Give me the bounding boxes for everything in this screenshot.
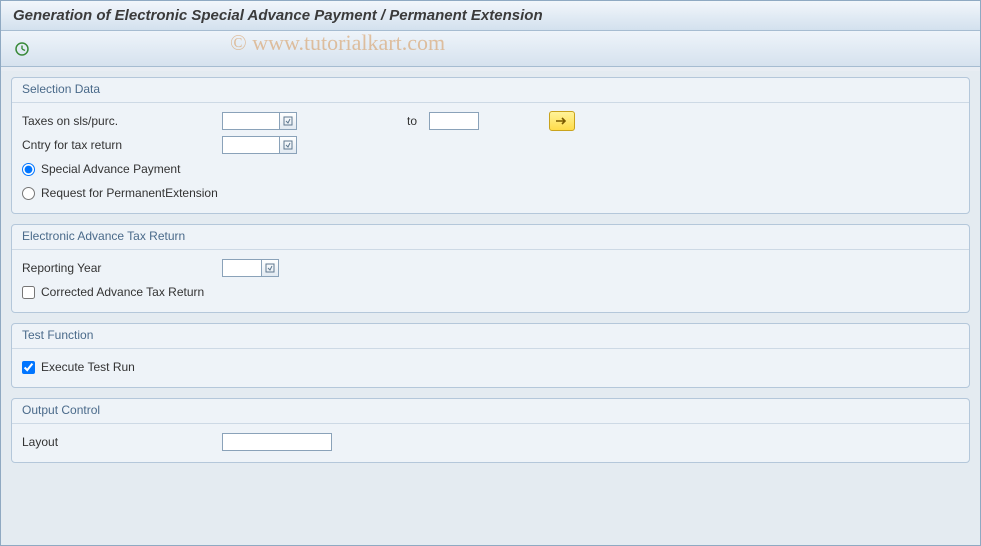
radio-special-label: Special Advance Payment bbox=[41, 162, 180, 176]
country-search-help-button[interactable] bbox=[279, 136, 297, 154]
row-reporting-year: Reporting Year bbox=[12, 256, 969, 280]
group-title: Output Control bbox=[12, 399, 969, 424]
layout-label: Layout bbox=[22, 435, 222, 449]
taxes-label: Taxes on sls/purc. bbox=[22, 114, 222, 128]
group-title: Electronic Advance Tax Return bbox=[12, 225, 969, 250]
row-corrected: Corrected Advance Tax Return bbox=[12, 280, 969, 304]
multiple-selection-button[interactable] bbox=[549, 111, 575, 131]
reporting-year-search-help-button[interactable] bbox=[261, 259, 279, 277]
row-radio-special: Special Advance Payment bbox=[12, 157, 969, 181]
group-test-function: Test Function Execute Test Run bbox=[11, 323, 970, 388]
title-bar: Generation of Electronic Special Advance… bbox=[1, 1, 980, 31]
group-output-control: Output Control Layout bbox=[11, 398, 970, 463]
page-title: Generation of Electronic Special Advance… bbox=[13, 7, 543, 24]
radio-special-advance[interactable] bbox=[22, 163, 35, 176]
country-label: Cntry for tax return bbox=[22, 138, 222, 152]
taxes-input[interactable] bbox=[222, 112, 280, 130]
execute-button[interactable] bbox=[11, 38, 33, 60]
radio-permanent-extension[interactable] bbox=[22, 187, 35, 200]
arrow-right-icon bbox=[555, 116, 569, 126]
group-selection-data: Selection Data Taxes on sls/purc. to bbox=[11, 77, 970, 214]
group-title: Selection Data bbox=[12, 78, 969, 103]
radio-request-label: Request for PermanentExtension bbox=[41, 186, 218, 200]
reporting-year-input[interactable] bbox=[222, 259, 262, 277]
country-input[interactable] bbox=[222, 136, 280, 154]
layout-input[interactable] bbox=[222, 433, 332, 451]
row-layout: Layout bbox=[12, 430, 969, 454]
reporting-year-label: Reporting Year bbox=[22, 261, 222, 275]
row-taxes: Taxes on sls/purc. to bbox=[12, 109, 969, 133]
group-title: Test Function bbox=[12, 324, 969, 349]
group-electronic-return: Electronic Advance Tax Return Reporting … bbox=[11, 224, 970, 313]
sap-window: Generation of Electronic Special Advance… bbox=[0, 0, 981, 546]
corrected-checkbox[interactable] bbox=[22, 286, 35, 299]
row-radio-request: Request for PermanentExtension bbox=[12, 181, 969, 205]
search-help-icon bbox=[265, 263, 275, 273]
corrected-label: Corrected Advance Tax Return bbox=[41, 285, 204, 299]
to-label: to bbox=[407, 114, 417, 128]
row-country: Cntry for tax return bbox=[12, 133, 969, 157]
taxes-search-help-button[interactable] bbox=[279, 112, 297, 130]
execute-test-checkbox[interactable] bbox=[22, 361, 35, 374]
execute-test-label: Execute Test Run bbox=[41, 360, 135, 374]
taxes-to-input[interactable] bbox=[429, 112, 479, 130]
search-help-icon bbox=[283, 140, 293, 150]
row-execute-test: Execute Test Run bbox=[12, 355, 969, 379]
content-area: Selection Data Taxes on sls/purc. to bbox=[1, 71, 980, 545]
clock-execute-icon bbox=[14, 41, 30, 57]
application-toolbar bbox=[1, 31, 980, 67]
search-help-icon bbox=[283, 116, 293, 126]
